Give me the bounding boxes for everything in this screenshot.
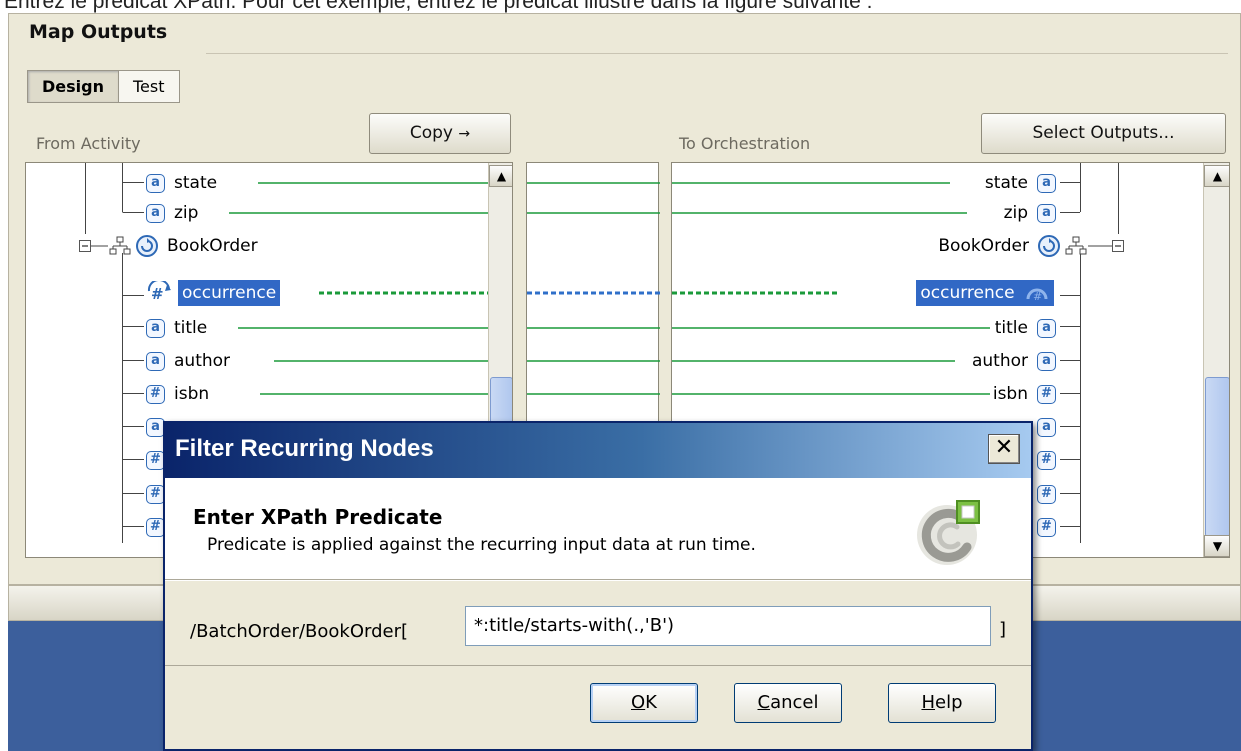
selected-occurrence: occurrence # <box>916 280 1054 306</box>
number-icon: # <box>1037 450 1056 470</box>
copy-button-label: Copy <box>409 123 453 143</box>
ok-button[interactable]: OK <box>590 683 698 723</box>
attribute-icon: a <box>1037 351 1056 371</box>
attribute-icon: a <box>146 318 165 338</box>
tree-item-state[interactable]: state a <box>985 170 1056 196</box>
dialog-title: Filter Recurring Nodes <box>175 435 434 462</box>
tree-item-isbn[interactable]: # isbn <box>146 381 209 407</box>
group-node-icon <box>109 236 131 255</box>
to-orchestration-label: To Orchestration <box>679 134 811 153</box>
dialog-button-divider <box>165 665 1031 666</box>
number-icon: # <box>1037 384 1056 404</box>
dialog-divider <box>165 580 1031 581</box>
right-tree-scrollbar[interactable]: ▲ ▼ <box>1203 163 1229 557</box>
predicate-input[interactable]: *:title/starts-with(.,'B') <box>465 606 991 646</box>
tree-item-hidden-4[interactable]: # <box>1037 514 1056 540</box>
tree-item-bookorder[interactable]: BookOrder <box>938 233 1087 259</box>
tree-item-occurrence[interactable]: # occurrence <box>146 280 281 306</box>
filter-recurring-nodes-dialog: Filter Recurring Nodes ✕ Enter XPath Pre… <box>163 421 1033 751</box>
svg-text:#: # <box>151 285 164 303</box>
tree-item-hidden-2[interactable]: # <box>1037 447 1056 473</box>
occurrence-icon: # <box>147 281 171 303</box>
title-divider <box>206 53 1228 54</box>
scroll-thumb[interactable] <box>1205 377 1229 537</box>
number-icon: # <box>1037 484 1056 504</box>
dialog-title-bar[interactable]: Filter Recurring Nodes ✕ <box>165 423 1031 478</box>
attribute-icon: a <box>146 173 165 193</box>
scroll-down-arrow-icon[interactable]: ▼ <box>1204 535 1229 557</box>
attribute-icon: a <box>1037 417 1056 437</box>
dialog-heading: Enter XPath Predicate <box>193 505 443 529</box>
panel-title: Map Outputs <box>29 21 168 43</box>
attribute-icon: a <box>1037 203 1056 223</box>
tree-item-title[interactable]: title a <box>995 315 1056 341</box>
selected-occurrence: occurrence <box>178 280 281 306</box>
cancel-button[interactable]: Cancel <box>734 683 842 723</box>
svg-text:#: # <box>1033 290 1042 302</box>
close-icon[interactable]: ✕ <box>988 434 1020 464</box>
occurrence-icon: # <box>1026 288 1048 303</box>
from-activity-label: From Activity <box>36 134 141 153</box>
attribute-icon: a <box>146 203 165 223</box>
select-outputs-button[interactable]: Select Outputs... <box>981 113 1226 154</box>
scroll-up-arrow-icon[interactable]: ▲ <box>1204 165 1229 187</box>
app-logo-icon <box>917 500 980 565</box>
predicate-prefix: /BatchOrder/BookOrder[ <box>190 621 408 642</box>
attribute-icon: a <box>1037 173 1056 193</box>
scroll-up-arrow-icon[interactable]: ▲ <box>489 165 512 187</box>
recurring-icon <box>1038 235 1060 257</box>
arrow-right-icon: → <box>458 126 471 142</box>
number-icon: # <box>146 384 165 404</box>
dialog-header: Enter XPath Predicate Predicate is appli… <box>165 478 1031 580</box>
number-icon: # <box>1037 517 1056 537</box>
predicate-suffix: ] <box>999 619 1007 640</box>
dialog-description: Predicate is applied against the recurri… <box>207 535 756 555</box>
attribute-icon: a <box>1037 318 1056 338</box>
help-button[interactable]: Help <box>888 683 996 723</box>
attribute-icon: a <box>146 351 165 371</box>
tree-item-isbn[interactable]: isbn # <box>993 381 1056 407</box>
tree-item-author[interactable]: a author <box>146 348 230 374</box>
copy-button[interactable]: Copy → <box>369 113 511 154</box>
tree-item-zip[interactable]: zip a <box>1004 200 1056 226</box>
tab-test[interactable]: Test <box>119 71 179 102</box>
instruction-caption: Entrez le prédicat XPath. Pour cet exemp… <box>4 0 873 13</box>
tab-design[interactable]: Design <box>28 71 119 102</box>
tree-item-occurrence[interactable]: occurrence # <box>916 280 1054 306</box>
tree-item-hidden-3[interactable]: # <box>1037 481 1056 507</box>
mode-tabs: Design Test <box>27 70 180 103</box>
tree-item-state[interactable]: a state <box>146 170 217 196</box>
tree-item-bookorder[interactable]: BookOrder <box>109 233 258 259</box>
recurring-icon <box>136 235 158 257</box>
tree-item-title[interactable]: a title <box>146 315 207 341</box>
tree-item-author[interactable]: author a <box>972 348 1056 374</box>
tree-item-hidden-1[interactable]: a <box>1037 414 1056 440</box>
tree-item-zip[interactable]: a zip <box>146 200 198 226</box>
group-node-icon <box>1065 236 1087 255</box>
